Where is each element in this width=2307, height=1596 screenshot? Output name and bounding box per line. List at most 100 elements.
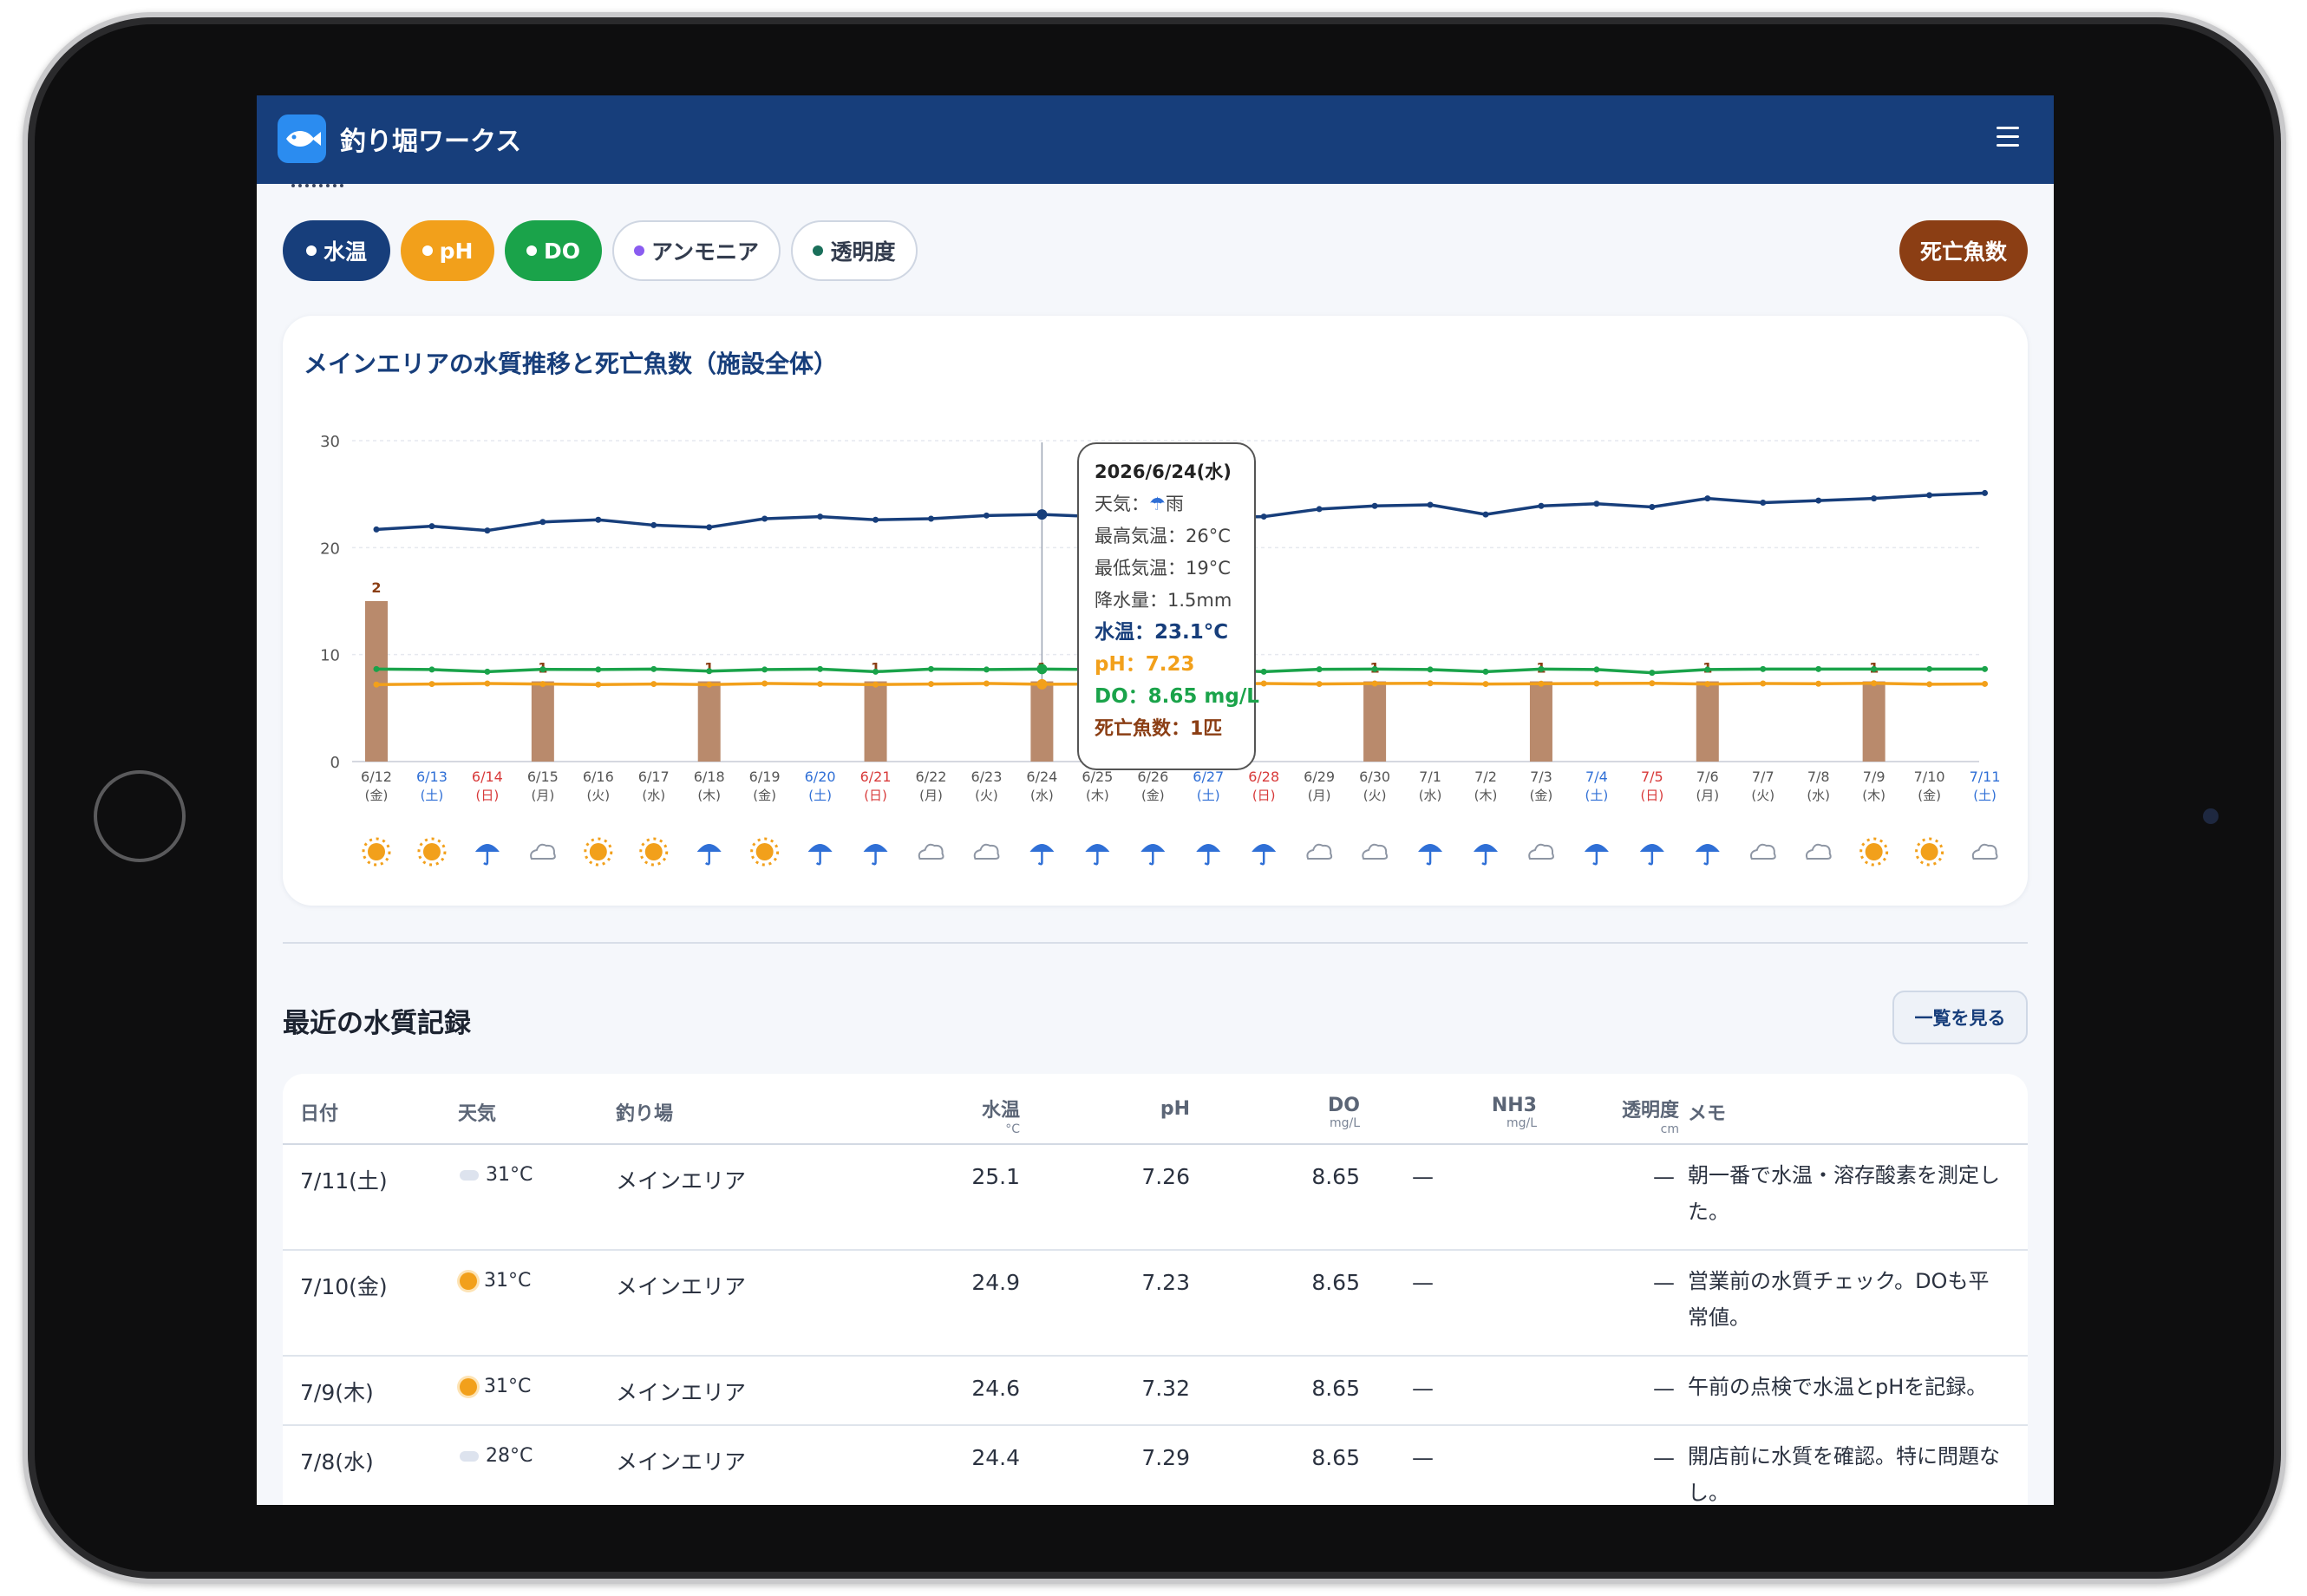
app-title[interactable]: 釣り堀ワークス [340, 120, 521, 158]
series-point [1871, 665, 1878, 672]
umbrella-icon [696, 844, 722, 852]
cell-water-temp: 24.6 [971, 1376, 1020, 1401]
cell-clarity: — [1653, 1164, 1675, 1189]
view-all-button[interactable]: 一覧を見る [1892, 991, 2028, 1044]
series-point [761, 515, 768, 522]
series-point [1815, 497, 1822, 504]
home-button[interactable] [94, 770, 186, 862]
fish-logo-icon[interactable] [278, 114, 326, 163]
series-point [706, 681, 713, 688]
series-point [1316, 506, 1323, 513]
col-header-weather[interactable]: 天気 [458, 1098, 496, 1126]
col-header-nh3[interactable]: NH3 mg/L [1424, 1095, 1537, 1130]
cell-clarity: — [1653, 1376, 1675, 1401]
x-tick-weekday: (金) [1530, 788, 1553, 803]
x-tick-label: 6/22 [916, 769, 947, 785]
filter-chip-dead-fish[interactable]: 死亡魚数 [1899, 220, 2028, 281]
cell-ph: 7.23 [1141, 1270, 1190, 1295]
x-tick-label: 6/15 [527, 769, 559, 785]
tooltip-do: DO：8.65 mg/L [1095, 685, 1259, 708]
series-point [1482, 668, 1489, 675]
series-point [1982, 665, 1989, 672]
series-point [1815, 680, 1822, 687]
umbrella-handle-icon [1093, 852, 1099, 866]
x-tick-weekday: (水) [1030, 788, 1054, 803]
series-point [1982, 489, 1989, 496]
series-point [817, 665, 824, 672]
umbrella-icon [474, 844, 500, 852]
series-point [539, 681, 546, 688]
col-header-label: DO [1328, 1095, 1360, 1116]
series-point [428, 681, 435, 688]
hamburger-menu-icon[interactable] [1997, 127, 2019, 147]
series-point [761, 666, 768, 673]
filter-chip-clarity[interactable]: 透明度 [791, 220, 918, 281]
col-header-unit: mg/L [1329, 1116, 1360, 1130]
filter-chip-do[interactable]: DO [505, 220, 602, 281]
cloud-icon [1750, 843, 1776, 860]
x-tick-weekday: (月) [919, 788, 943, 803]
table-row[interactable]: 7/9(木) 31°C メインエリア 24.6 7.32 8.65 — — 午前… [283, 1357, 2028, 1426]
series-point [1593, 666, 1600, 673]
x-tick-weekday: (日) [1252, 788, 1276, 803]
x-tick-label: 6/17 [638, 769, 670, 785]
umbrella-icon [863, 844, 888, 852]
cell-ph: 7.29 [1141, 1445, 1190, 1470]
filter-chip-water-temp[interactable]: 水温 [283, 220, 390, 281]
series-point [1036, 678, 1048, 690]
y-tick-label: 0 [330, 754, 340, 772]
x-tick-label: 6/12 [361, 769, 392, 785]
series-point [484, 680, 491, 687]
scrolled-section-heading [291, 179, 387, 191]
front-camera [2203, 808, 2219, 824]
x-tick-weekday: (日) [476, 788, 500, 803]
chip-label: アンモニア [650, 239, 759, 265]
series-point [1260, 680, 1267, 687]
x-tick-label: 6/14 [472, 769, 503, 785]
filter-chip-ph[interactable]: pH [401, 220, 494, 281]
col-header-clarity[interactable]: 透明度 cm [1566, 1095, 1679, 1136]
x-tick-weekday: (火) [1751, 788, 1774, 803]
series-point [1871, 495, 1878, 502]
col-header-memo[interactable]: メモ [1688, 1098, 1726, 1126]
table-row[interactable]: 7/8(水) 28°C メインエリア 24.4 7.29 8.65 — — 開店… [283, 1426, 2028, 1505]
series-point [928, 665, 934, 672]
col-header-do[interactable]: DO mg/L [1247, 1095, 1360, 1130]
table-row[interactable]: 7/10(金) 31°C メインエリア 24.9 7.23 8.65 — — 営… [283, 1251, 2028, 1357]
x-tick-weekday: (土) [808, 788, 832, 803]
series-point [1316, 681, 1323, 688]
x-tick-weekday: (金) [365, 788, 389, 803]
umbrella-handle-icon [1259, 852, 1265, 866]
umbrella-handle-icon [1481, 852, 1487, 866]
table-row[interactable]: 7/11(土) 31°C メインエリア 25.1 7.26 8.65 — — 朝… [283, 1145, 2028, 1251]
umbrella-icon [1196, 844, 1221, 852]
cell-weather: 28°C [460, 1445, 533, 1467]
filter-chip-ammonia[interactable]: アンモニア [612, 220, 781, 281]
col-header-ph[interactable]: pH [1077, 1098, 1190, 1120]
col-header-date[interactable]: 日付 [300, 1098, 338, 1126]
col-header-label: NH3 [1491, 1095, 1537, 1116]
series-point [539, 666, 546, 673]
chip-label: 透明度 [830, 239, 896, 265]
series-point [428, 523, 435, 530]
cloud-icon [460, 1170, 479, 1181]
chart-tooltip: 2026/6/24(水) 天気：☂雨 最高気温：26°C 最低気温：19°C 降… [1077, 442, 1259, 770]
col-header-spot[interactable]: 釣り場 [616, 1098, 673, 1126]
x-tick-label: 7/3 [1530, 769, 1552, 785]
x-tick-label: 6/28 [1248, 769, 1279, 785]
series-point [1760, 500, 1767, 507]
series-point [650, 665, 657, 672]
series-point [650, 521, 657, 528]
series-point [872, 681, 879, 688]
x-tick-label: 7/7 [1752, 769, 1774, 785]
umbrella-icon: ☂ [1149, 494, 1166, 514]
dead-fish-bar [531, 681, 554, 762]
series-point [706, 668, 713, 675]
sun-icon [460, 1272, 477, 1290]
x-tick-label: 7/4 [1585, 769, 1608, 785]
x-tick-label: 6/29 [1304, 769, 1335, 785]
x-tick-label: 6/27 [1193, 769, 1224, 785]
x-tick-weekday: (水) [642, 788, 665, 803]
umbrella-handle-icon [1204, 852, 1210, 866]
col-header-water-temp[interactable]: 水温 °C [907, 1095, 1020, 1136]
